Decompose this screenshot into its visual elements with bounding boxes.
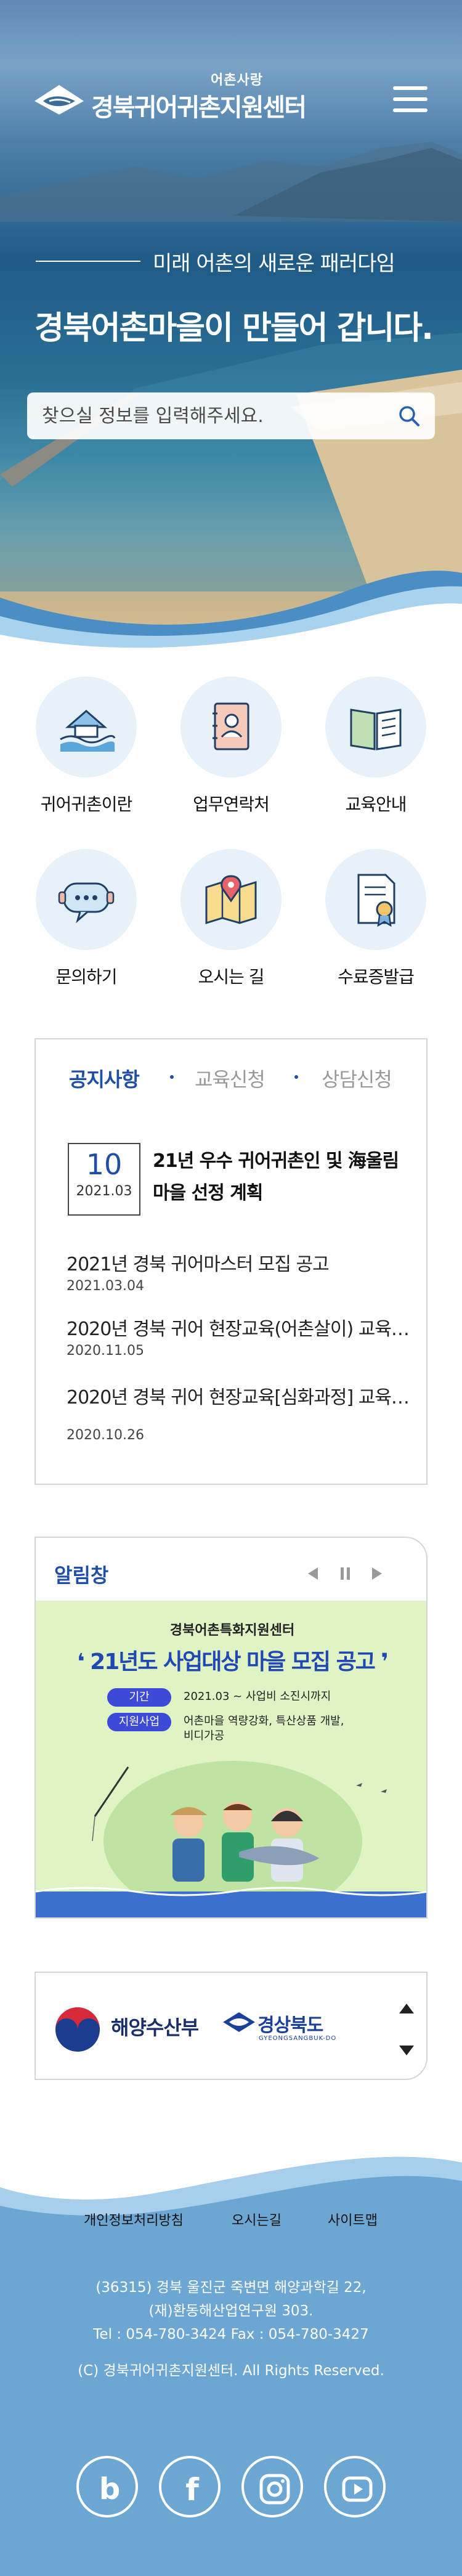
- tab-consult-apply[interactable]: 상담신청: [322, 1064, 392, 1092]
- contact-book-icon: [213, 702, 249, 750]
- notice-title: 2020년 경북 귀어 현장교육(어촌살이) 교육생 모집: [67, 1318, 411, 1340]
- featured-title: 21년 우수 귀어귀촌인 및 海울림마을 선정 계획: [153, 1150, 399, 1204]
- mof-logo-icon[interactable]: [53, 2005, 102, 2054]
- popup-alert-box: 알림창 경북어촌특화지원센터 ❛ 21년도 사업대상 마을 모집 공고 ❜ 기간…: [34, 1537, 428, 1919]
- svg-text:b: b: [99, 2472, 120, 2506]
- map-pin-icon: [205, 875, 257, 925]
- footer-link-privacy[interactable]: 개인정보처리방침: [84, 2209, 184, 2229]
- footer: [0, 2138, 462, 2576]
- up-arrow-icon[interactable]: [398, 2001, 415, 2016]
- featured-notice[interactable]: 10 2021.03 21년 우수 귀어귀촌인 및 海울림마을 선정 계획: [68, 1143, 400, 1223]
- quick-menu-label: 업무연락처: [193, 794, 270, 815]
- banner-project-label: 지원사업: [107, 1713, 171, 1731]
- banner-project-value-1: 어촌마을 역량강화, 특산상품 개발,: [184, 1715, 344, 1728]
- down-arrow-icon[interactable]: [398, 2043, 415, 2058]
- hero-subtitle: 미래 어촌의 새로운 패러다임: [153, 251, 395, 276]
- notice-title: 2020년 경북 귀어 현장교육[심화과정] 교육생 모집: [67, 1387, 411, 1408]
- chat-headset-icon: [58, 882, 115, 924]
- footer-copyright: (C) 경북귀어귀촌지원센터. All Rights Reserved.: [78, 2363, 384, 2379]
- quick-menu-item-directions[interactable]: 오시는 길: [169, 849, 293, 988]
- partner-mof[interactable]: 해양수산부: [111, 2012, 199, 2041]
- logo-text: 경북귀어귀촌지원센터: [91, 94, 307, 122]
- logo-mark-icon: [34, 85, 84, 115]
- search-bar: [27, 392, 435, 439]
- banner-org: 경북어촌특화지원센터: [169, 1623, 295, 1638]
- mountain-background: [0, 142, 462, 222]
- svg-text:f: f: [185, 2472, 200, 2508]
- quick-menu-label: 교육안내: [345, 794, 407, 815]
- search-input[interactable]: [42, 401, 387, 431]
- notice-item[interactable]: 2020년 경북 귀어 현장교육(어촌살이) 교육생 모집 2020.11.05: [67, 1314, 411, 1359]
- certificate-icon: [357, 874, 395, 927]
- quick-menu-label: 귀어귀촌이란: [40, 794, 133, 815]
- quick-menu-item-contacts[interactable]: 업무연락처: [169, 677, 293, 816]
- partner-gyeongbuk[interactable]: 경상북도: [257, 2010, 323, 2037]
- footer-contact: Tel : 054-780-3424 Fax : 054-780-3427: [93, 2326, 369, 2342]
- notice-date: 2020.11.05: [67, 1343, 144, 1359]
- tab-separator-dot: [294, 1075, 298, 1079]
- alert-title: 알림창: [54, 1564, 109, 1587]
- notice-date: 2020.10.26: [67, 1428, 144, 1443]
- notice-item[interactable]: 2021년 경북 귀어마스터 모집 공고 2021.03.04: [67, 1249, 411, 1294]
- tab-education-apply[interactable]: 교육신청: [195, 1064, 265, 1092]
- notice-date: 2021.03.04: [67, 1278, 144, 1294]
- tab-notice[interactable]: 공지사항: [69, 1064, 140, 1092]
- tab-separator-dot: [170, 1075, 174, 1079]
- quick-menu-label: 문의하기: [55, 967, 117, 987]
- fishermen-illustration: [36, 1761, 426, 1917]
- pause-icon[interactable]: [333, 1561, 357, 1586]
- notice-tabs: 공지사항 교육신청 상담신청: [36, 1039, 429, 1107]
- partner-gyeongbuk-sub: GYEONGSANGBUK-DO: [259, 2035, 337, 2042]
- quick-menu-item-inquiry[interactable]: 문의하기: [25, 849, 148, 988]
- banner-headline-text: 21년도 사업대상 마을 모집 공고: [90, 1649, 376, 1675]
- featured-date: 10 2021.03: [68, 1143, 140, 1216]
- gyeongbuk-logo-icon[interactable]: [222, 2010, 256, 2034]
- facebook-icon[interactable]: f: [159, 2456, 221, 2517]
- next-icon[interactable]: [365, 1561, 389, 1586]
- quick-menu-item-intro[interactable]: 귀어귀촌이란: [25, 677, 148, 816]
- notice-board: 공지사항 교육신청 상담신청 10 2021.03 21년 우수 귀어귀촌인 및…: [34, 1038, 428, 1485]
- alert-banner[interactable]: 경북어촌특화지원센터 ❛ 21년도 사업대상 마을 모집 공고 ❜ 기간 202…: [36, 1601, 426, 1917]
- banner-project-value-2: 비디가공: [184, 1729, 225, 1742]
- house-wave-icon: [60, 710, 116, 752]
- footer-address-2: (재)환동해산업연구원 303.: [148, 2303, 314, 2319]
- prev-icon[interactable]: [301, 1561, 325, 1586]
- notice-item[interactable]: 2020년 경북 귀어 현장교육[심화과정] 교육생 모집 2020.10.26: [67, 1382, 411, 1443]
- notice-title: 2021년 경북 귀어마스터 모집 공고: [67, 1254, 330, 1275]
- footer-wave: [0, 2138, 462, 2216]
- quick-menu-item-education[interactable]: 교육안내: [314, 677, 437, 816]
- open-book-icon: [350, 709, 402, 750]
- hero-wave: [0, 571, 462, 653]
- partner-links: 해양수산부 경상북도 GYEONGSANGBUK-DO: [34, 1972, 428, 2080]
- footer-link-directions[interactable]: 오시는길: [232, 2209, 282, 2229]
- quick-menu-label: 오시는 길: [198, 967, 265, 987]
- quick-menu-item-certificate[interactable]: 수료증발급: [314, 849, 437, 988]
- search-icon[interactable]: [397, 404, 421, 428]
- banner-period-value: 2021.03 ~ 사업비 소진시까지: [184, 1690, 331, 1703]
- blog-icon[interactable]: b: [76, 2456, 138, 2517]
- quick-menu-label: 수료증발급: [338, 967, 415, 987]
- hero-title: 경북어촌마을이 만들어 갑니다.: [34, 310, 434, 347]
- banner-period-label: 기간: [107, 1688, 171, 1707]
- logo-subtext: 어촌사랑: [211, 73, 263, 88]
- footer-link-sitemap[interactable]: 사이트맵: [328, 2209, 378, 2229]
- menu-icon[interactable]: [393, 86, 428, 112]
- instagram-icon[interactable]: [241, 2456, 303, 2517]
- youtube-icon[interactable]: [324, 2456, 386, 2517]
- banner-headline: ❛ 21년도 사업대상 마을 모집 공고 ❜: [77, 1649, 389, 1675]
- featured-day: 10: [86, 1148, 123, 1181]
- footer-address-1: (36315) 경북 울진군 죽변면 해양과학길 22,: [95, 2280, 367, 2296]
- featured-year-month: 2021.03: [76, 1184, 132, 1199]
- site-logo[interactable]: 어촌사랑 경북귀어귀촌지원센터: [32, 69, 307, 124]
- hero-divider: [36, 261, 140, 262]
